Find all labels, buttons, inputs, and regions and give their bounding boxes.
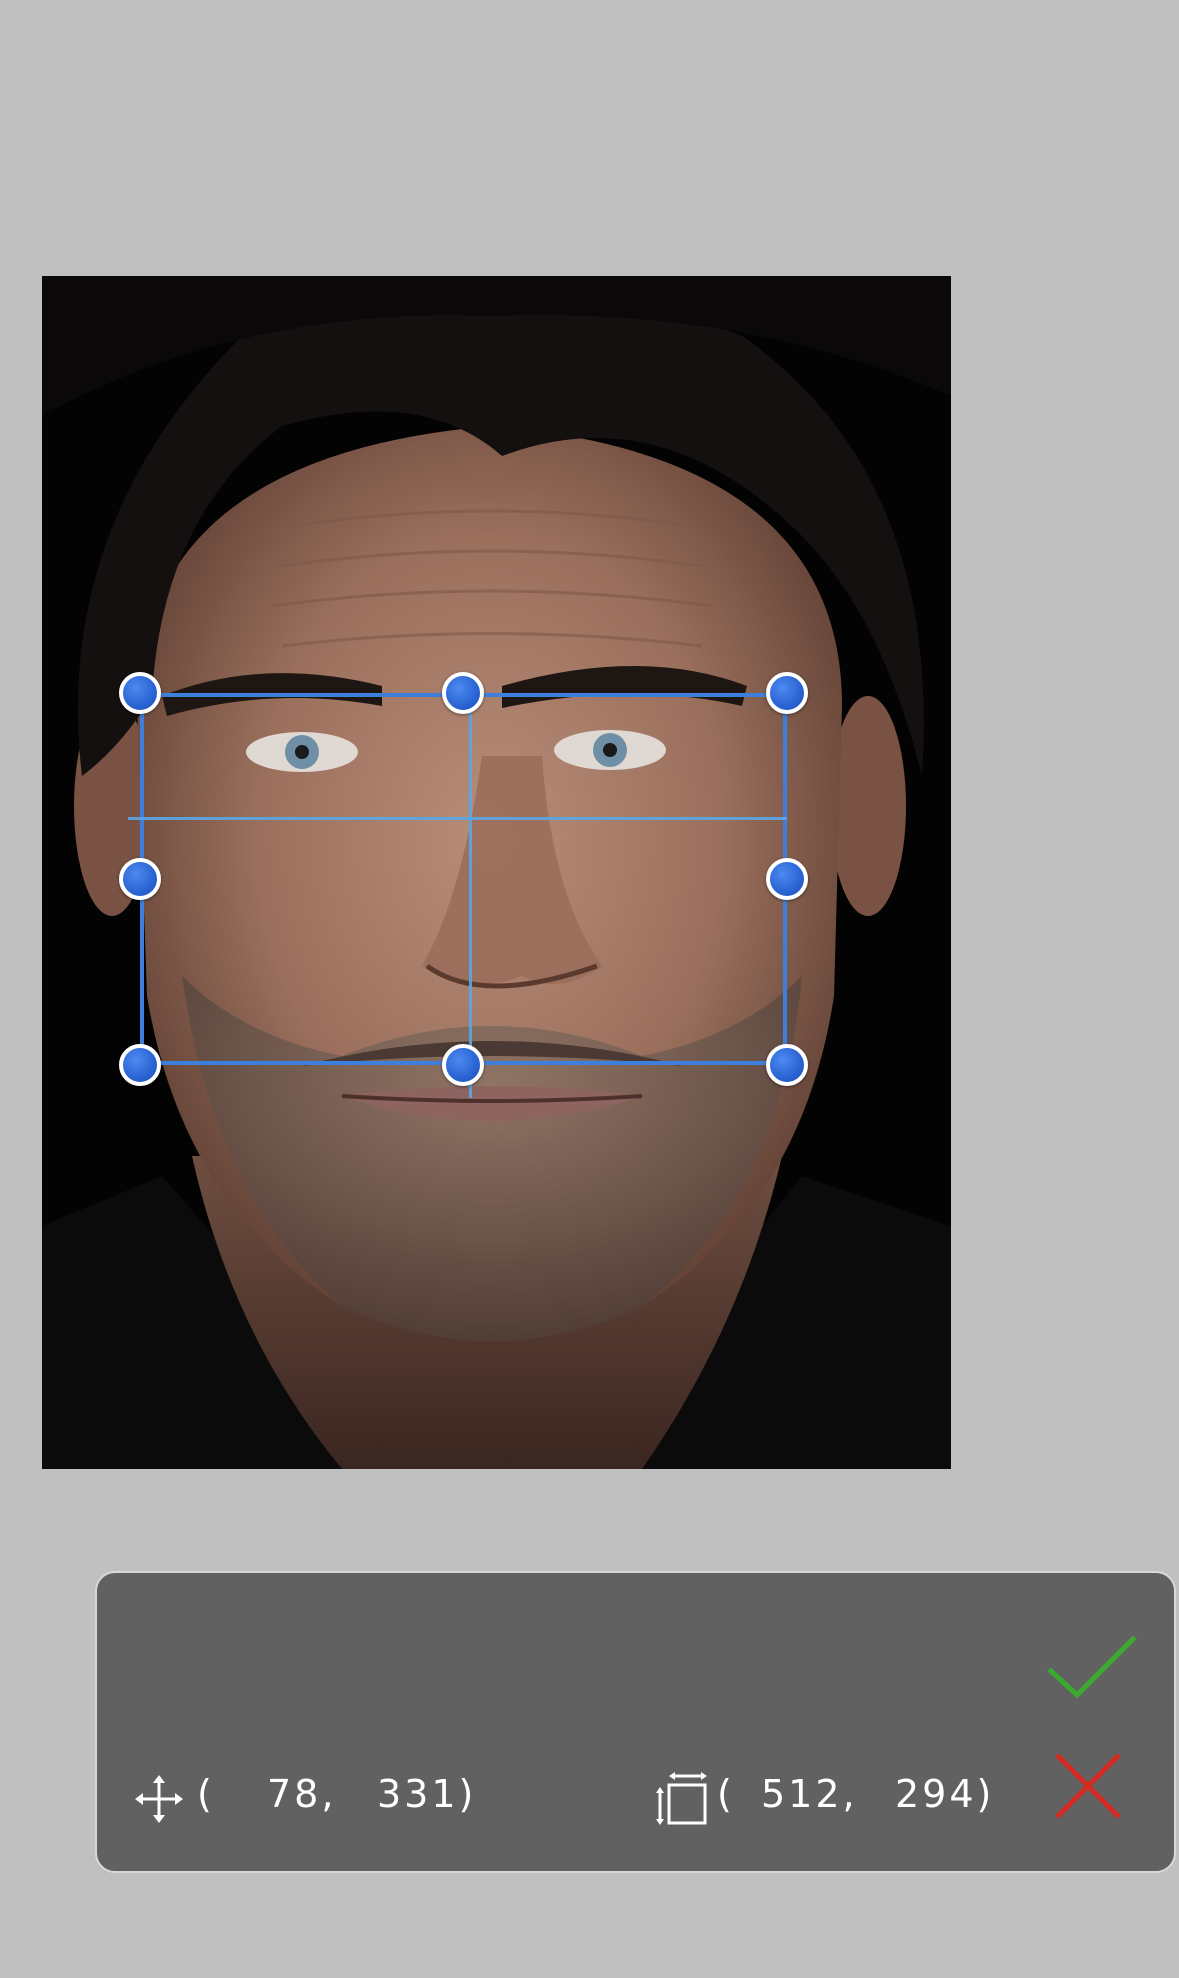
size-height-value: 294) bbox=[895, 1772, 995, 1816]
crop-selection-box[interactable] bbox=[140, 693, 787, 1065]
middle-left-handle[interactable] bbox=[119, 858, 161, 900]
position-y-value: 331) bbox=[377, 1772, 477, 1816]
crop-panel: ( 78, 331) ( 512, 294) bbox=[95, 1571, 1176, 1873]
size-open-paren: ( bbox=[717, 1772, 735, 1816]
resize-icon bbox=[656, 1772, 707, 1825]
top-right-handle[interactable] bbox=[766, 672, 808, 714]
size-width-value: 512, bbox=[761, 1772, 858, 1816]
cancel-button[interactable] bbox=[1051, 1749, 1125, 1823]
middle-right-handle[interactable] bbox=[766, 858, 808, 900]
top-center-handle[interactable] bbox=[442, 672, 484, 714]
position-x-value: 78, bbox=[267, 1772, 337, 1816]
checkmark-icon bbox=[1047, 1635, 1137, 1699]
bottom-center-handle[interactable] bbox=[442, 1044, 484, 1086]
position-open-paren: ( bbox=[197, 1772, 215, 1816]
top-left-handle[interactable] bbox=[119, 672, 161, 714]
move-icon bbox=[135, 1775, 183, 1823]
bottom-left-handle[interactable] bbox=[119, 1044, 161, 1086]
bottom-right-handle[interactable] bbox=[766, 1044, 808, 1086]
x-icon bbox=[1055, 1753, 1121, 1819]
vertical-guide-line bbox=[469, 693, 472, 1098]
confirm-button[interactable] bbox=[1047, 1633, 1137, 1705]
horizontal-guide-line bbox=[128, 817, 787, 820]
